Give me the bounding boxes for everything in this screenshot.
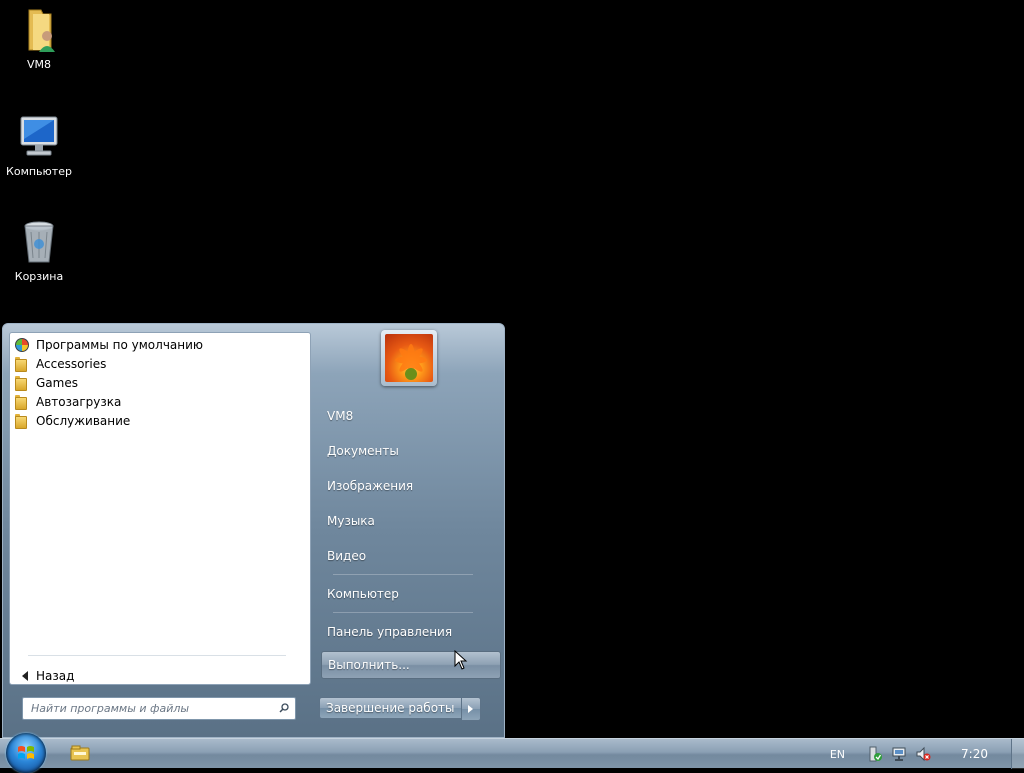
menu-item-label: Музыка (327, 514, 375, 528)
search-input[interactable] (29, 698, 273, 719)
divider (28, 655, 286, 656)
program-label: Обслуживание (36, 413, 131, 428)
search-icon[interactable] (279, 703, 289, 713)
menu-item-video[interactable]: Видео (321, 544, 501, 568)
clock[interactable]: 7:20 (961, 747, 988, 761)
back-button[interactable]: Назад (18, 667, 74, 685)
programs-pane: Программы по умолчанию Accessories Games… (9, 332, 311, 685)
desktop-icon-vm8[interactable]: VM8 (1, 6, 77, 71)
search-box[interactable] (22, 697, 296, 720)
user-picture[interactable] (381, 330, 437, 386)
computer-icon (20, 116, 58, 156)
menu-item-label: Компьютер (327, 587, 399, 601)
shutdown-group: Завершение работы (319, 697, 481, 721)
start-menu: Программы по умолчанию Accessories Games… (2, 323, 505, 738)
shutdown-options-button[interactable] (461, 697, 481, 721)
show-desktop-button[interactable] (1011, 739, 1024, 769)
start-button[interactable] (6, 733, 46, 773)
default-programs-icon (15, 337, 29, 352)
menu-item-computer[interactable]: Компьютер (321, 582, 501, 606)
menu-item-run[interactable]: Выполнить... (321, 651, 501, 679)
flower-icon (395, 344, 427, 380)
program-item-startup[interactable]: Автозагрузка (14, 392, 304, 411)
desktop-icon-label: Корзина (14, 270, 64, 283)
desktop-icon-label: Компьютер (6, 165, 72, 178)
program-label: Программы по умолчанию (36, 337, 204, 352)
desktop-icon-computer[interactable]: Компьютер (1, 113, 77, 178)
folder-icon (14, 394, 30, 410)
menu-item-control-panel[interactable]: Панель управления (321, 620, 501, 644)
back-label: Назад (36, 669, 75, 683)
desktop-icon-recycle-bin[interactable]: Корзина (1, 218, 77, 283)
volume-muted-icon[interactable] (915, 746, 931, 762)
menu-item-label: Изображения (327, 479, 414, 493)
program-item-default-programs[interactable]: Программы по умолчанию (14, 335, 304, 354)
system-tray: EN 7:20 (830, 739, 1024, 769)
program-item-games[interactable]: Games (14, 373, 304, 392)
menu-item-label: Панель управления (327, 625, 453, 639)
mouse-cursor-icon (454, 650, 468, 670)
program-item-accessories[interactable]: Accessories (14, 354, 304, 373)
menu-item-pictures[interactable]: Изображения (321, 474, 501, 498)
program-label: Автозагрузка (36, 394, 122, 409)
program-label: Games (36, 375, 78, 390)
network-icon[interactable] (891, 746, 907, 762)
menu-separator (333, 612, 473, 613)
program-label: Accessories (36, 356, 107, 371)
action-center-icon[interactable] (867, 746, 883, 762)
menu-item-label: Документы (327, 444, 399, 458)
chevron-right-icon (468, 705, 474, 713)
menu-item-music[interactable]: Музыка (321, 509, 501, 533)
back-arrow-icon (22, 671, 28, 681)
windows-logo-icon (18, 746, 34, 759)
menu-item-label: Видео (327, 549, 367, 563)
program-item-maintenance[interactable]: Обслуживание (14, 411, 304, 430)
menu-item-user[interactable]: VM8 (321, 404, 501, 428)
shutdown-button[interactable]: Завершение работы (319, 697, 462, 719)
menu-item-label: Выполнить... (328, 658, 410, 672)
desktop-icon-label: VM8 (26, 58, 51, 71)
explorer-icon[interactable] (70, 745, 90, 761)
language-indicator[interactable]: EN (830, 748, 845, 761)
folder-icon (14, 356, 30, 372)
recycle-bin-icon (24, 221, 54, 263)
folder-icon (14, 413, 30, 429)
user-folder-icon (28, 9, 55, 52)
taskbar: EN 7:20 (0, 733, 1024, 773)
menu-item-label: VM8 (327, 409, 354, 423)
folder-icon (14, 375, 30, 391)
menu-separator (333, 574, 473, 575)
menu-item-documents[interactable]: Документы (321, 439, 501, 463)
